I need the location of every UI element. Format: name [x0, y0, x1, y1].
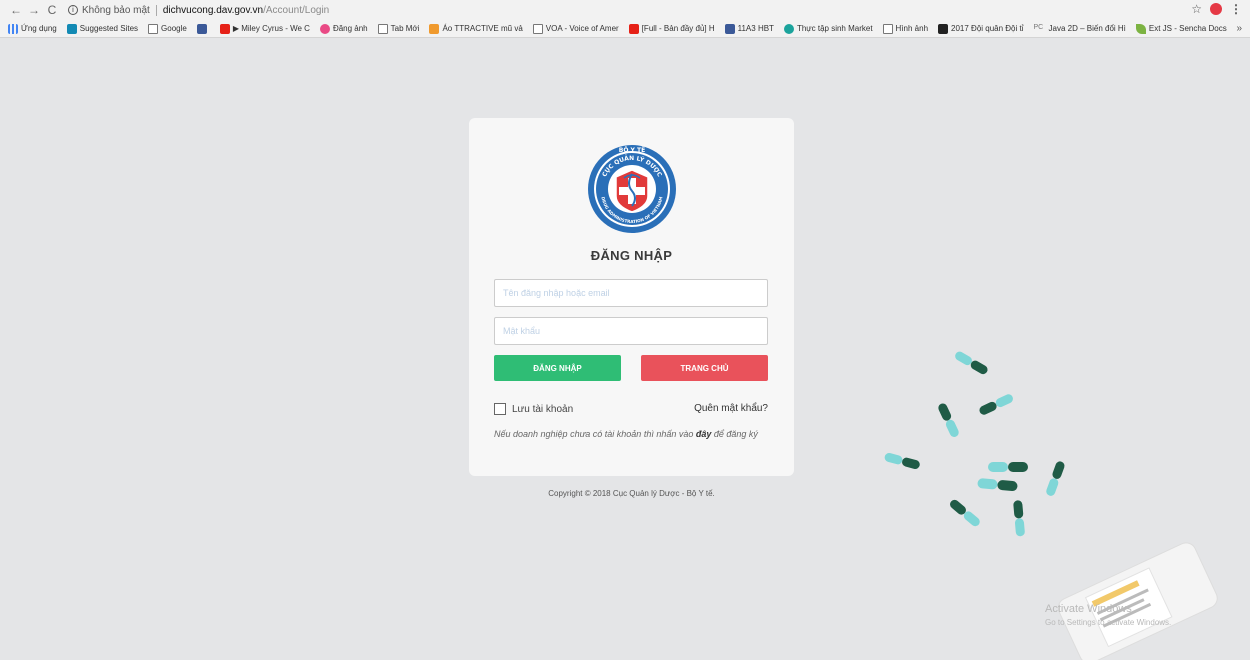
- bookmark-label: Áo TTRACTIVE mũ vả: [442, 24, 523, 33]
- bookmark-item[interactable]: Ứng dụng: [8, 23, 57, 34]
- browser-address-bar: ← → C i Không bảo mật dichvucong.dav.gov…: [0, 0, 1250, 20]
- pc-icon: PC: [1033, 23, 1044, 31]
- leaf-icon: [1135, 23, 1146, 34]
- browser-actions: ☆ ⋮: [1191, 2, 1242, 16]
- url-host: dichvucong.dav.gov.vn: [162, 4, 264, 16]
- capsule: [884, 453, 920, 469]
- bookmark-item[interactable]: Hình ảnh: [882, 23, 929, 34]
- bookmark-label: Ứng dụng: [21, 24, 57, 33]
- bookmark-label: Đăng ảnh: [332, 24, 368, 33]
- bookmark-item[interactable]: 2017 Đội quân Đội tỉ: [938, 23, 1024, 34]
- login-title: ĐĂNG NHẬP: [590, 248, 673, 263]
- youtube-icon: [219, 23, 230, 34]
- url-path: /Account/Login: [263, 4, 330, 16]
- bookmark-item[interactable]: VOA - Voice of Amer: [532, 23, 619, 34]
- bookmark-label: Thực tập sinh Market: [796, 24, 873, 33]
- register-note-prefix: Nếu doanh nghiệp chưa có tài khoản thì n…: [494, 429, 696, 439]
- capsule: [979, 394, 1013, 415]
- bing-icon: [66, 23, 77, 34]
- register-note-suffix: để đăng ký: [711, 429, 758, 439]
- page-icon: [377, 23, 388, 34]
- bookmark-star-icon[interactable]: ☆: [1191, 2, 1202, 16]
- bookmark-item[interactable]: PC Java 2D – Biến đổi Hì: [1034, 24, 1126, 34]
- capsule: [1046, 461, 1065, 496]
- bookmark-label: [Full - Bản đầy đủ] H: [641, 24, 715, 33]
- teal-icon: [783, 23, 794, 34]
- bookmark-item[interactable]: Google: [148, 23, 187, 34]
- username-input[interactable]: [494, 279, 768, 307]
- bookmarks-bar: Ứng dụng Suggested Sites Google ▶ Miley Cyr…: [0, 20, 1250, 38]
- bookmarks-more-icon[interactable]: »: [1236, 23, 1242, 34]
- page-icon: [148, 23, 159, 34]
- bookmark-item[interactable]: Áo TTRACTIVE mũ vả: [429, 23, 523, 34]
- bookmark-label: 11A3 HBT: [737, 24, 774, 33]
- capsule: [977, 478, 1018, 492]
- info-icon[interactable]: i: [68, 5, 78, 15]
- security-label: Không bảo mật: [82, 4, 150, 16]
- facebook-icon: [724, 23, 735, 34]
- bookmark-label: Tab Mới: [390, 24, 420, 33]
- bookmark-label: VOA - Voice of Amer: [545, 24, 619, 33]
- remember-checkbox[interactable]: [494, 403, 506, 415]
- bookmark-item[interactable]: Đăng ảnh: [319, 23, 368, 34]
- bookmark-item[interactable]: 11A3 HBT: [724, 23, 774, 34]
- register-note: Nếu doanh nghiệp chưa có tài khoản thì n…: [494, 428, 774, 440]
- bookmark-label: Ext JS - Sencha Docs: [1148, 24, 1227, 33]
- bookmark-label: ▶ Miley Cyrus - We C: [232, 24, 310, 33]
- facebook-icon: [196, 23, 207, 34]
- watermark-title: Activate Windows: [1045, 603, 1132, 615]
- bookmark-label: Google: [161, 24, 187, 33]
- logo-top-text: BỘ Y TẾ: [619, 146, 646, 154]
- omnibox-separator: [155, 4, 157, 16]
- ministry-logo: CỤC QUẢN LÝ DƯỢC DRUG ADMINISTRATION OF …: [588, 145, 676, 233]
- browser-menu-icon[interactable]: ⋮: [1230, 2, 1242, 16]
- watermark-subtitle: Go to Settings to activate Windows.: [1045, 618, 1172, 627]
- omnibox[interactable]: i Không bảo mật dichvucong.dav.gov.vn/Ac…: [68, 2, 1238, 18]
- page-icon: [882, 23, 893, 34]
- reload-icon[interactable]: C: [44, 2, 60, 18]
- logo-abbr: D.A.V: [624, 213, 640, 219]
- bookmark-item[interactable]: Thực tập sinh Market: [783, 23, 873, 34]
- extension-icon[interactable]: [1210, 3, 1222, 15]
- bookmark-label: Suggested Sites: [79, 24, 139, 33]
- remember-label: Lưu tài khoản: [512, 403, 574, 415]
- capsule: [955, 351, 988, 375]
- remember-account[interactable]: Lưu tài khoản: [494, 403, 573, 415]
- forgot-password-link[interactable]: Quên mật khẩu?: [694, 403, 768, 414]
- pill-bottle: [1057, 542, 1218, 660]
- capsule: [1013, 500, 1025, 537]
- bookmark-item[interactable]: Tab Mới: [377, 23, 420, 34]
- capsule: [988, 462, 1028, 472]
- bookmark-item[interactable]: [196, 23, 210, 34]
- home-button[interactable]: TRANG CHỦ: [641, 355, 768, 381]
- bookmark-item[interactable]: [Full - Bản đầy đủ] H: [628, 23, 715, 34]
- page-background: CỤC QUẢN LÝ DƯỢC DRUG ADMINISTRATION OF …: [0, 38, 1250, 660]
- back-arrow-icon[interactable]: ←: [8, 2, 24, 18]
- capsule: [950, 499, 980, 527]
- dark-icon: [938, 23, 949, 34]
- login-button[interactable]: ĐĂNG NHẬP: [494, 355, 621, 381]
- capsule: [938, 403, 959, 437]
- login-card: CỤC QUẢN LÝ DƯỢC DRUG ADMINISTRATION OF …: [469, 118, 794, 476]
- apps-icon: [8, 23, 18, 34]
- bookmark-item[interactable]: ▶ Miley Cyrus - We C: [219, 23, 310, 34]
- orange-icon: [429, 23, 440, 34]
- bookmark-label: Hình ảnh: [895, 24, 929, 33]
- forward-arrow-icon[interactable]: →: [26, 2, 42, 18]
- password-input[interactable]: [494, 317, 768, 345]
- copyright-text: Copyright © 2018 Cục Quản lý Dược - Bộ Y…: [548, 489, 715, 498]
- bookmark-item[interactable]: Ext JS - Sencha Docs: [1135, 23, 1227, 34]
- page-icon: [532, 23, 543, 34]
- youtube-icon: [628, 23, 639, 34]
- bookmark-label: 2017 Đội quân Đội tỉ: [951, 24, 1024, 33]
- pink-icon: [319, 23, 330, 34]
- bookmark-item[interactable]: Suggested Sites: [66, 23, 139, 34]
- windows-watermark: Activate Windows Go to Settings to activ…: [1045, 603, 1171, 629]
- bookmark-label: Java 2D – Biến đổi Hì: [1048, 24, 1126, 33]
- register-link[interactable]: đây: [696, 429, 712, 439]
